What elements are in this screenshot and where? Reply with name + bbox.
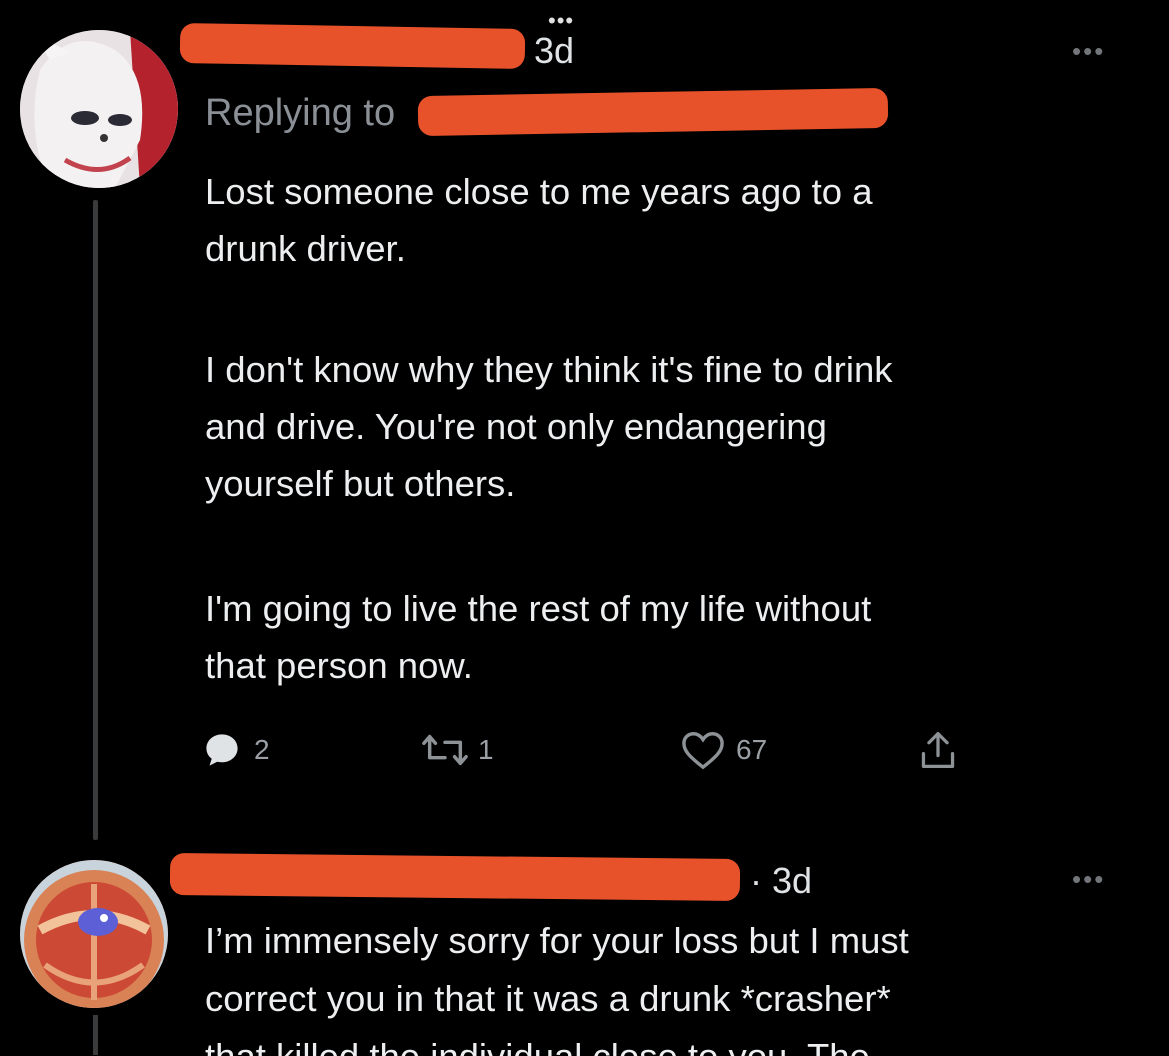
heart-icon <box>682 732 724 770</box>
tweet-paragraph: Lost someone close to me years ago to a … <box>205 163 873 277</box>
reply-count: 2 <box>254 734 270 765</box>
user-avatar[interactable] <box>20 30 178 188</box>
user-avatar[interactable] <box>20 860 168 1008</box>
redacted-reply-handle[interactable] <box>417 87 889 137</box>
replying-to-label: Replying to <box>205 92 396 134</box>
tweet-line: correct you in that it was a drunk *cras… <box>205 978 891 1019</box>
tweet-actions: 2 1 67 <box>200 725 1000 775</box>
avatar-illustration-icon <box>20 860 168 1008</box>
more-options-icon[interactable]: ••• <box>1072 864 1105 895</box>
tweet-line: Lost someone close to me years ago to a <box>205 171 873 212</box>
tweet-line: I don't know why they think it's fine to… <box>205 349 893 390</box>
tweet-line: and drive. You're not only endangering <box>205 406 827 447</box>
tweet-line: that killed the individual close to you.… <box>205 1028 909 1056</box>
tweet-reply: · 3d ••• I’m immensely sorry for your lo… <box>0 850 1169 1056</box>
share-button[interactable] <box>918 725 958 775</box>
thread-line <box>93 1015 98 1055</box>
thread-line <box>93 200 98 840</box>
tweet-timestamp[interactable]: · 3d <box>750 860 812 902</box>
retweet-icon <box>422 734 468 766</box>
tweet-line: that person now. <box>205 645 473 686</box>
share-icon <box>921 732 955 768</box>
tweet-line: I'm going to live the rest of my life wi… <box>205 588 872 629</box>
reply-icon <box>206 734 238 766</box>
tweet-original: ••• 3d ••• Replying to Lost someone clos… <box>0 0 1169 850</box>
redacted-username <box>179 22 526 70</box>
tweet-paragraph: I'm going to live the rest of my life wi… <box>205 580 871 694</box>
tweet-line: I’m immensely sorry for your loss but I … <box>205 920 909 961</box>
tweet-line: yourself but others. <box>205 463 516 504</box>
redacted-username <box>169 853 741 901</box>
tweet-text: I’m immensely sorry for your loss but I … <box>205 912 909 1056</box>
retweet-button[interactable]: 1 <box>422 725 494 775</box>
tweet-line: drunk driver. <box>205 228 406 269</box>
more-options-icon[interactable]: ••• <box>1072 36 1105 67</box>
tweet-timestamp[interactable]: 3d <box>534 30 574 72</box>
like-button[interactable]: 67 <box>680 725 767 775</box>
retweet-count: 1 <box>478 734 494 765</box>
like-count: 67 <box>736 734 768 765</box>
reply-button[interactable]: 2 <box>200 725 270 775</box>
tweet-paragraph: I don't know why they think it's fine to… <box>205 341 893 512</box>
avatar-illustration-icon <box>20 30 178 188</box>
